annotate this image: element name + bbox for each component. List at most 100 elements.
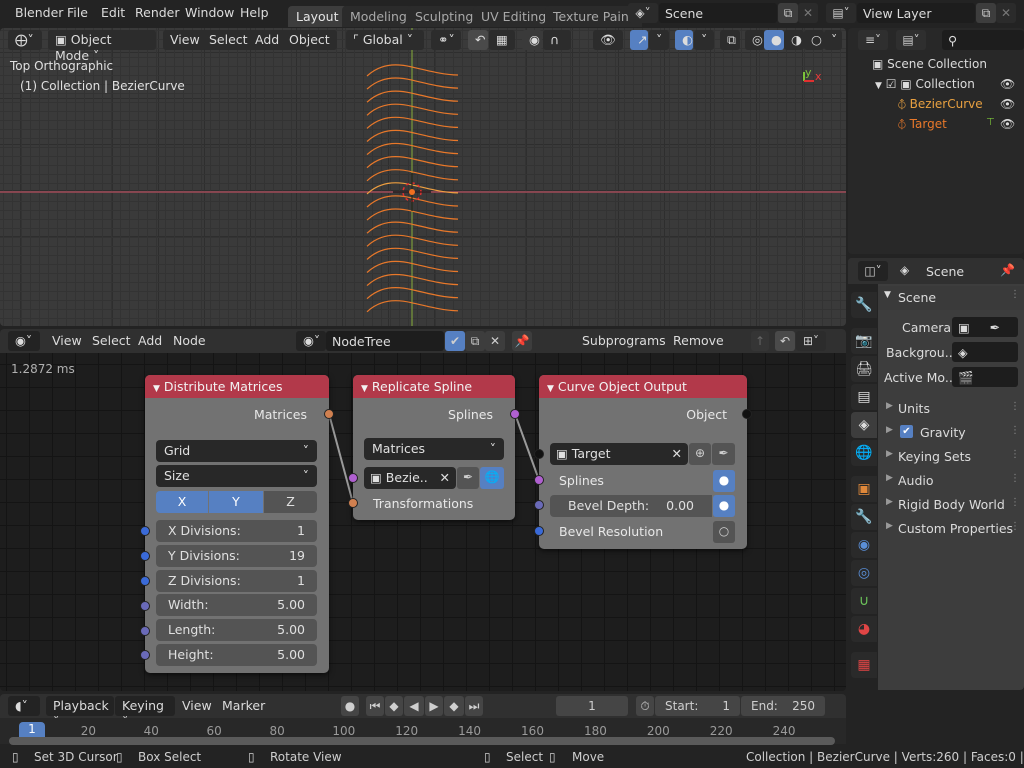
- collapse-icon[interactable]: ▼: [547, 384, 554, 394]
- world-tab-icon[interactable]: 🌐: [851, 440, 877, 466]
- modifier-tab-icon[interactable]: 🔧: [851, 504, 877, 530]
- remove-button[interactable]: Remove: [666, 331, 731, 351]
- snap-target-icon[interactable]: ▦: [489, 30, 515, 50]
- clear-icon[interactable]: ✕: [672, 446, 682, 461]
- drag-handle-icon[interactable]: ⋮⋮: [1010, 521, 1024, 532]
- snap-icon[interactable]: ↶: [468, 30, 488, 50]
- pin-icon[interactable]: 📌: [1000, 263, 1015, 277]
- visibility-eye-icon[interactable]: 👁: [1000, 77, 1015, 91]
- node-link[interactable]: [328, 413, 354, 504]
- field-height[interactable]: Height: 5.00: [156, 644, 317, 666]
- outliner-item-beziercurve[interactable]: ⦽ BezierCurve: [898, 97, 983, 112]
- tab-modeling[interactable]: Modeling: [342, 6, 415, 27]
- 3d-viewport[interactable]: Top Orthographic (1) Collection | Bezier…: [0, 28, 846, 326]
- menu-help[interactable]: Help: [240, 5, 269, 20]
- outliner-search-input[interactable]: ⚲: [942, 30, 1024, 50]
- scene-collection-row[interactable]: ▣ Scene Collection: [872, 57, 987, 71]
- tab-layout[interactable]: Layout: [288, 6, 347, 27]
- target-object-field[interactable]: ▣ Target ✕: [550, 443, 688, 465]
- camera-field[interactable]: ▣ ✒: [952, 317, 1018, 337]
- menu-edit[interactable]: Edit: [101, 5, 125, 20]
- socket-bevel-depth-in[interactable]: [534, 500, 544, 510]
- scene-selector-icon[interactable]: ◈˅: [628, 3, 658, 23]
- collapse-icon[interactable]: ▼: [153, 384, 160, 394]
- rendered-shading-icon[interactable]: ○: [804, 30, 824, 50]
- stopwatch-icon[interactable]: ⏱: [636, 696, 654, 716]
- axis-y-toggle[interactable]: Y: [209, 491, 263, 513]
- distribution-mode-dropdown[interactable]: Grid ˅: [156, 440, 317, 462]
- drag-handle-icon[interactable]: ⋮⋮: [1010, 449, 1024, 460]
- socket-y-divisions[interactable]: [140, 551, 150, 561]
- new-scene-icon[interactable]: ⧉: [778, 3, 798, 23]
- unlink-tree-icon[interactable]: ✕: [485, 331, 505, 351]
- menu-view[interactable]: View: [163, 30, 207, 50]
- socket-x-divisions[interactable]: [140, 526, 150, 536]
- bevel-depth-toggle-icon[interactable]: ●: [713, 495, 735, 517]
- visibility-eye-icon[interactable]: 👁: [1000, 117, 1015, 131]
- node-distribute-matrices[interactable]: ▼ Distribute Matrices Matrices Grid ˅ Siz…: [145, 375, 329, 673]
- node-header[interactable]: ▼ Replicate Spline: [353, 375, 515, 398]
- socket-object-out[interactable]: [742, 409, 752, 419]
- socket-splines-out[interactable]: [510, 409, 520, 419]
- data-tab-icon[interactable]: ∪: [851, 588, 877, 614]
- world-space-icon[interactable]: 🌐: [480, 467, 504, 489]
- outliner-item-target[interactable]: ⦽ Target: [898, 117, 947, 132]
- menu-add[interactable]: Add: [248, 30, 287, 50]
- mode-dropdown[interactable]: ▣ Object Mode ˅: [48, 30, 156, 63]
- tab-sculpting[interactable]: Sculpting: [407, 6, 482, 27]
- size-mode-dropdown[interactable]: Size ˅: [156, 465, 317, 487]
- display-mode-icon[interactable]: ≡˅: [858, 30, 888, 50]
- view-layer-selector-icon[interactable]: ▤˅: [826, 3, 856, 23]
- expand-icon[interactable]: ▼: [875, 81, 882, 91]
- editor-type-icon[interactable]: ⨁˅: [8, 30, 42, 50]
- tool-tab-icon[interactable]: 🔧: [851, 292, 877, 318]
- bevel-resolution-toggle-icon[interactable]: ○: [713, 521, 735, 543]
- node-tree-browse-icon[interactable]: ◉˅: [296, 331, 326, 351]
- drag-handle-icon[interactable]: ⋮⋮: [1010, 401, 1024, 412]
- xray-icon[interactable]: ⧉: [720, 30, 740, 50]
- subprograms-button[interactable]: Subprograms: [575, 331, 673, 351]
- playback-menu[interactable]: Playback ˅: [46, 696, 114, 729]
- jump-start-icon[interactable]: ⏮: [366, 696, 384, 716]
- field-ydivisions[interactable]: Y Divisions: 19: [156, 544, 317, 567]
- active-movie-field[interactable]: 🎬: [952, 367, 1018, 387]
- clear-icon[interactable]: ✕: [440, 470, 450, 485]
- collapse-icon[interactable]: ▼: [361, 384, 368, 394]
- menu-add[interactable]: Add: [131, 331, 169, 351]
- field-xdivisions[interactable]: X Divisions: 1: [156, 520, 317, 542]
- new-view-layer-icon[interactable]: ⧉: [976, 3, 996, 23]
- menu-select[interactable]: Select: [202, 30, 255, 50]
- pivot-icon[interactable]: ⚭˅: [431, 30, 461, 50]
- background-field[interactable]: ◈: [952, 342, 1018, 362]
- menu-marker[interactable]: Marker: [215, 696, 272, 716]
- menu-view[interactable]: View: [175, 696, 219, 716]
- node-header[interactable]: ▼ Curve Object Output: [539, 375, 747, 398]
- prev-keyframe-icon[interactable]: ◆: [385, 696, 403, 716]
- scene-tab-icon[interactable]: ◈: [851, 412, 877, 438]
- socket-object-in[interactable]: [534, 449, 544, 459]
- filter-icon[interactable]: ▤˅: [896, 30, 926, 50]
- shading-dropdown-icon[interactable]: ˅: [824, 30, 842, 50]
- snap-element-icon[interactable]: ⊞˅: [796, 331, 826, 351]
- socket-height[interactable]: [140, 650, 150, 660]
- field-length[interactable]: Length: 5.00: [156, 619, 317, 642]
- socket-transformations-in[interactable]: [348, 498, 358, 508]
- playhead[interactable]: 1: [19, 722, 45, 738]
- socket-length[interactable]: [140, 626, 150, 636]
- section-keying-sets[interactable]: ▶ Keying Sets ⋮⋮: [878, 447, 1024, 469]
- play-reverse-icon[interactable]: ◀: [404, 696, 424, 716]
- visibility-icon[interactable]: 👁: [593, 30, 623, 50]
- next-keyframe-icon[interactable]: ◆: [444, 696, 464, 716]
- start-frame-field[interactable]: Start: 1: [655, 696, 740, 716]
- falloff-icon[interactable]: ∩: [543, 30, 571, 50]
- snap-icon[interactable]: ↶: [775, 331, 795, 351]
- editor-type-icon[interactable]: ◉˅: [8, 331, 40, 351]
- gravity-checkbox[interactable]: ✔: [900, 425, 913, 438]
- menu-view[interactable]: View: [45, 331, 89, 351]
- timeline-scrollbar[interactable]: [9, 737, 835, 745]
- socket-bevel-resolution-in[interactable]: [534, 526, 544, 536]
- tab-uv-editing[interactable]: UV Editing: [473, 6, 555, 27]
- drag-handle-icon[interactable]: ⋮⋮: [1010, 289, 1024, 300]
- section-rigid-body-world[interactable]: ▶ Rigid Body World ⋮⋮: [878, 495, 1024, 517]
- render-tab-icon[interactable]: 📷: [851, 328, 877, 354]
